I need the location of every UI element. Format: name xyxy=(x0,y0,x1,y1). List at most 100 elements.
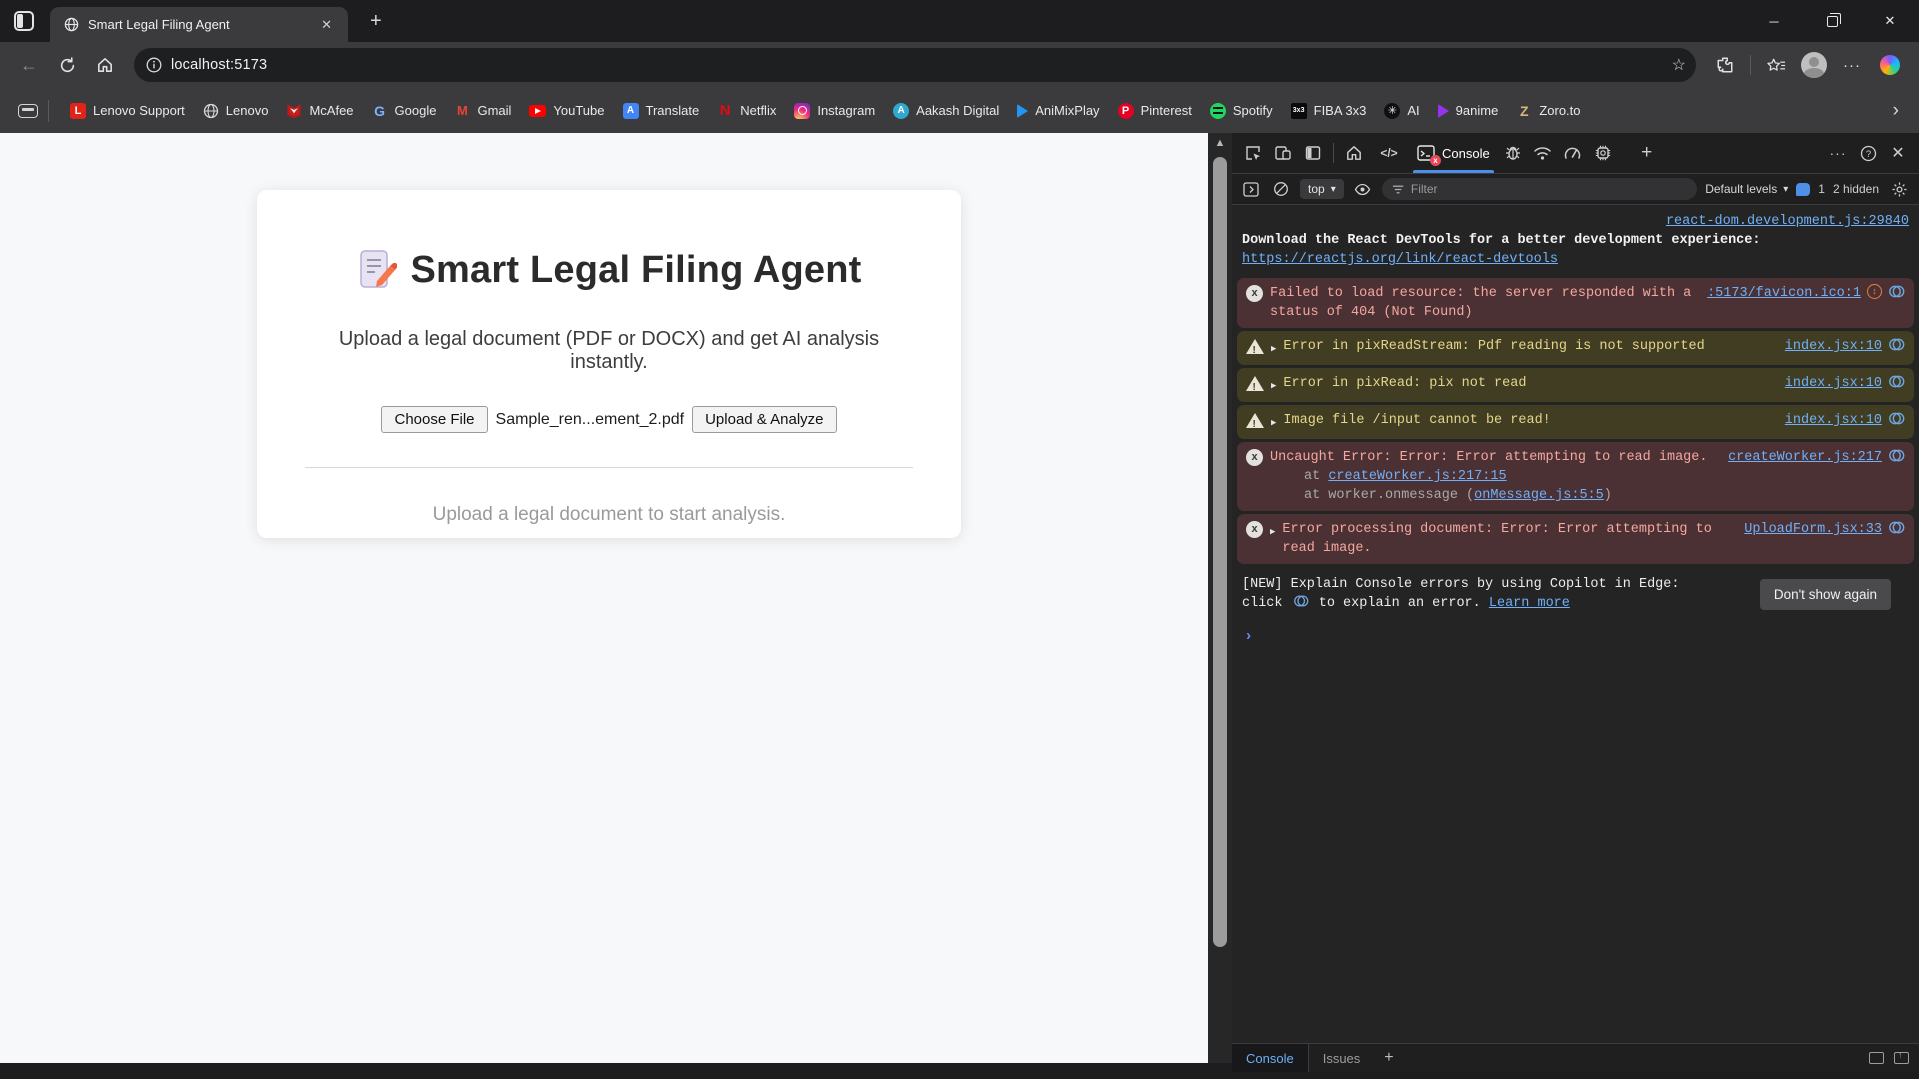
stack-link[interactable]: createWorker.js:217:15 xyxy=(1328,469,1506,484)
device-emulation-button[interactable] xyxy=(1268,138,1298,168)
bookmark-youtube[interactable]: YouTube xyxy=(520,98,613,123)
dock-drawer-icon[interactable] xyxy=(1869,1052,1884,1064)
expand-drawer-icon[interactable] xyxy=(1894,1050,1909,1064)
bookmark-netflix[interactable]: N Netflix xyxy=(708,98,785,124)
home-icon xyxy=(98,58,112,72)
inspect-element-button[interactable] xyxy=(1238,138,1268,168)
favorite-star-button[interactable]: ☆ xyxy=(1672,55,1686,75)
copilot-explain-icon[interactable] xyxy=(1888,448,1905,463)
bookmark-fiba3x3[interactable]: 3x3 FIBA 3x3 xyxy=(1282,98,1376,124)
bookmarks-overflow-chevron[interactable]: › xyxy=(1883,100,1909,122)
devtools-more-options-button[interactable]: ··· xyxy=(1823,138,1853,168)
restore-button[interactable] xyxy=(1803,0,1861,42)
copilot-explain-icon[interactable] xyxy=(1888,520,1905,535)
source-link[interactable]: :5173/favicon.ico:1 xyxy=(1707,284,1861,303)
expand-caret-icon[interactable]: ▶ xyxy=(1270,523,1275,542)
source-link[interactable]: index.jsx:10 xyxy=(1785,337,1882,356)
source-link[interactable]: index.jsx:10 xyxy=(1785,411,1882,430)
devtools-close-button[interactable]: ✕ xyxy=(1883,138,1913,168)
copilot-button[interactable] xyxy=(1873,48,1907,82)
bookmark-lenovo-support[interactable]: L Lenovo Support xyxy=(61,98,194,124)
expand-caret-icon[interactable]: ▶ xyxy=(1271,340,1276,359)
drawer-tab-issues[interactable]: Issues xyxy=(1309,1044,1375,1072)
scrollbar-up-arrow[interactable]: ▲ xyxy=(1212,137,1228,149)
new-tab-button[interactable]: + xyxy=(362,10,390,33)
home-button[interactable] xyxy=(88,48,122,82)
welcome-tab-button[interactable] xyxy=(1339,138,1369,168)
dont-show-again-button[interactable]: Don't show again xyxy=(1759,578,1891,610)
copilot-explain-icon[interactable] xyxy=(1888,284,1905,299)
address-bar[interactable]: localhost:5173 ☆ xyxy=(134,48,1696,82)
clear-console-button[interactable] xyxy=(1270,178,1292,200)
source-link[interactable]: react-dom.development.js:29840 xyxy=(1666,214,1909,229)
bookmark-translate[interactable]: A Translate xyxy=(614,98,709,124)
bookmark-gmail[interactable]: M Gmail xyxy=(445,98,520,124)
bookmark-zoro[interactable]: Z Zoro.to xyxy=(1507,98,1589,124)
settings-more-button[interactable]: ··· xyxy=(1835,48,1869,82)
filter-input[interactable] xyxy=(1410,182,1688,196)
bookmark-aakash-digital[interactable]: A Aakash Digital xyxy=(884,98,1008,124)
memory-tool-button[interactable] xyxy=(1588,138,1618,168)
console-sidebar-button[interactable] xyxy=(1240,178,1262,200)
choose-file-button[interactable]: Choose File xyxy=(381,406,488,433)
source-link[interactable]: index.jsx:10 xyxy=(1785,374,1882,393)
console-settings-button[interactable] xyxy=(1887,177,1911,201)
elements-tab-button[interactable]: </> xyxy=(1369,138,1409,168)
drawer-more-tabs-button[interactable]: + xyxy=(1374,1044,1403,1072)
profile-button[interactable] xyxy=(1797,48,1831,82)
favorites-button[interactable] xyxy=(1759,48,1793,82)
page-scrollbar[interactable]: ▲ xyxy=(1208,133,1232,1063)
open-issue-icon[interactable]: ↕ xyxy=(1867,284,1882,299)
bookmark-pinterest[interactable]: P Pinterest xyxy=(1109,98,1201,124)
source-link[interactable]: createWorker.js:217 xyxy=(1728,448,1882,467)
browser-tab[interactable]: Smart Legal Filing Agent ✕ xyxy=(50,7,348,42)
expand-caret-icon[interactable]: ▶ xyxy=(1271,414,1276,433)
devtools-help-button[interactable]: ? xyxy=(1853,138,1883,168)
learn-more-link[interactable]: Learn more xyxy=(1489,596,1570,611)
console-filter-field[interactable] xyxy=(1381,178,1698,200)
back-button[interactable]: ← xyxy=(12,48,46,82)
refresh-button[interactable] xyxy=(50,48,84,82)
upload-analyze-button[interactable]: Upload & Analyze xyxy=(692,406,837,433)
hidden-messages-count[interactable]: 2 hidden xyxy=(1833,182,1879,196)
debugger-tool-button[interactable] xyxy=(1498,138,1528,168)
more-tools-button[interactable]: + xyxy=(1632,138,1662,168)
bookmark-9anime[interactable]: 9anime xyxy=(1429,98,1508,123)
expand-caret-icon[interactable]: ▶ xyxy=(1271,377,1276,396)
drawer-tab-console[interactable]: Console xyxy=(1232,1044,1309,1072)
bookmark-lenovo[interactable]: Lenovo xyxy=(194,98,278,124)
bookmark-animixplay[interactable]: AniMixPlay xyxy=(1008,98,1108,123)
gear-icon xyxy=(1892,182,1906,196)
bookmark-spotify[interactable]: Spotify xyxy=(1201,98,1282,124)
scrollbar-thumb[interactable] xyxy=(1213,157,1227,947)
context-selector[interactable]: top ▾ xyxy=(1300,179,1344,199)
site-info-icon[interactable] xyxy=(146,57,162,73)
issues-counter-icon[interactable] xyxy=(1796,182,1811,196)
stack-link[interactable]: onMessage.js:5:5 xyxy=(1474,488,1604,503)
minimize-button[interactable]: ─ xyxy=(1745,0,1803,42)
bookmark-ai[interactable]: ✳ AI xyxy=(1375,98,1428,124)
close-window-button[interactable]: ✕ xyxy=(1861,0,1919,42)
bookmark-mcafee[interactable]: McAfee xyxy=(277,98,362,124)
extensions-button[interactable] xyxy=(1708,48,1742,82)
network-tool-button[interactable] xyxy=(1528,138,1558,168)
dock-side-button[interactable] xyxy=(1298,138,1328,168)
workspaces-icon[interactable] xyxy=(14,11,34,31)
react-devtools-link[interactable]: https://reactjs.org/link/react-devtools xyxy=(1242,252,1558,267)
live-expression-button[interactable] xyxy=(1352,178,1374,200)
collections-icon[interactable] xyxy=(18,103,38,118)
issues-count[interactable]: 1 xyxy=(1818,182,1825,196)
console-prompt[interactable]: › xyxy=(1232,619,1919,655)
bookmark-instagram[interactable]: Instagram xyxy=(785,98,884,124)
default-levels-dropdown[interactable]: Default levels ▾ xyxy=(1705,182,1788,196)
source-link[interactable]: UploadForm.jsx:33 xyxy=(1744,520,1882,539)
console-tab-active[interactable]: x Console xyxy=(1409,133,1498,173)
copilot-explain-icon[interactable] xyxy=(1888,337,1905,352)
memo-pencil-icon xyxy=(359,250,397,288)
bookmark-google[interactable]: G Google xyxy=(363,98,446,124)
performance-tool-button[interactable] xyxy=(1558,138,1588,168)
copilot-explain-icon[interactable] xyxy=(1888,374,1905,389)
url-text[interactable]: localhost:5173 xyxy=(171,57,1663,73)
copilot-explain-icon[interactable] xyxy=(1888,411,1905,426)
tab-close-button[interactable]: ✕ xyxy=(315,15,338,35)
